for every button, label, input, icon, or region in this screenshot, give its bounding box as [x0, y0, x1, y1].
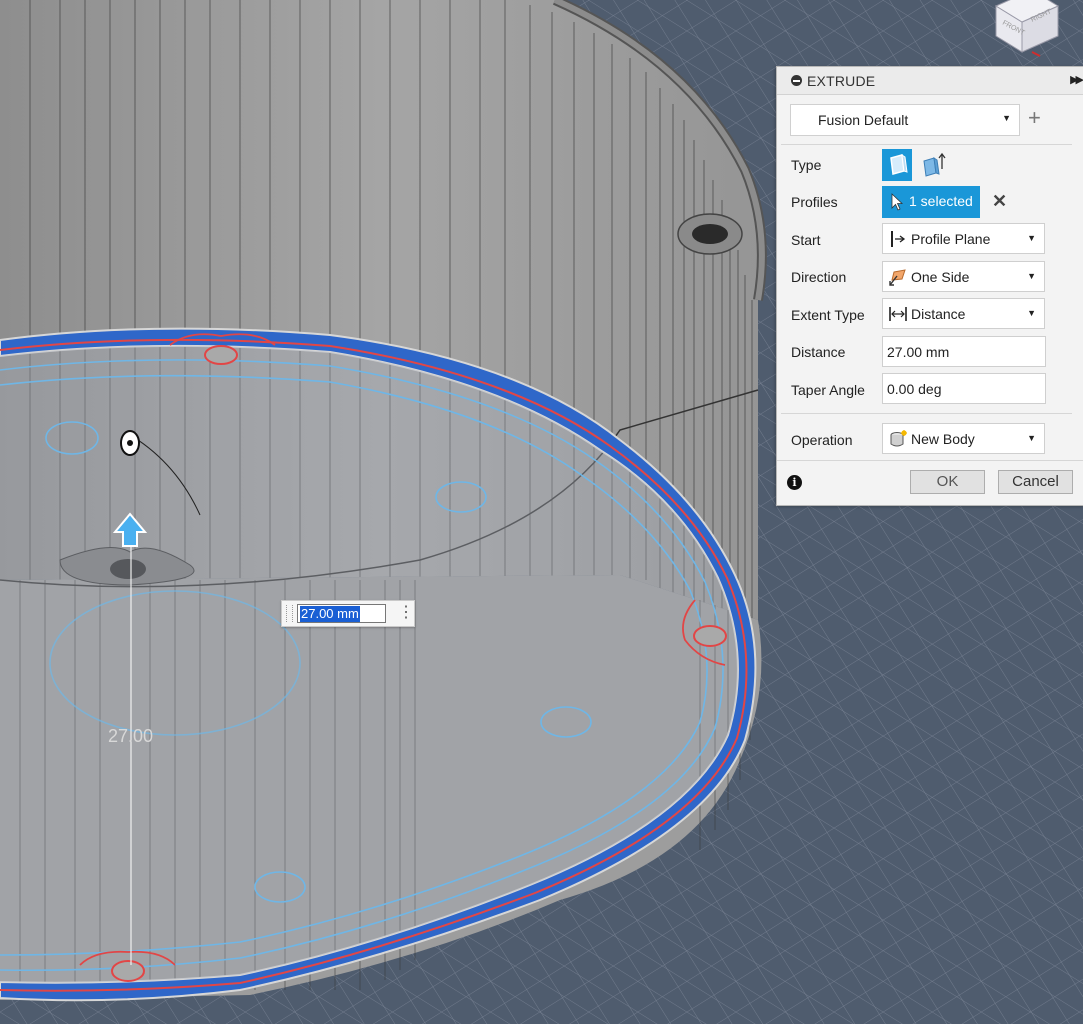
distance-manipulator-input[interactable]: 27.00 mm ⋮	[281, 600, 415, 627]
distance-label: Distance	[791, 344, 846, 360]
extrude-thin-icon	[923, 152, 946, 177]
type-thin-button[interactable]	[918, 149, 948, 181]
ok-button[interactable]: OK	[910, 470, 985, 494]
preset-value: Fusion Default	[818, 112, 909, 128]
distance-icon	[889, 307, 907, 321]
start-label: Start	[791, 232, 821, 248]
add-preset-icon[interactable]: +	[1028, 107, 1041, 129]
viewcube[interactable]: FRONT RIGHT	[992, 0, 1062, 58]
profiles-label: Profiles	[791, 194, 838, 210]
divider	[781, 144, 1072, 145]
expand-icon[interactable]: ▶▶	[1070, 73, 1083, 86]
dialog-header[interactable]: EXTRUDE ▶▶	[777, 67, 1083, 95]
cancel-button[interactable]: Cancel	[998, 470, 1073, 494]
chevron-down-icon: ▼	[1002, 113, 1011, 123]
extrude-solid-icon	[890, 153, 908, 175]
taper-angle-input[interactable]: 0.00 deg	[882, 373, 1046, 404]
chevron-down-icon: ▼	[1027, 271, 1036, 281]
type-solid-button[interactable]	[882, 149, 912, 181]
one-side-icon	[889, 269, 906, 286]
distance-manipulator-field[interactable]: 27.00 mm	[297, 604, 386, 623]
operation-value: New Body	[911, 431, 975, 447]
direction-dropdown[interactable]: One Side ▼	[882, 261, 1045, 292]
profile-plane-icon	[891, 231, 906, 247]
more-options-icon[interactable]: ⋮	[398, 604, 414, 622]
dialog-title: EXTRUDE	[807, 73, 876, 89]
extent-type-label: Extent Type	[791, 307, 865, 323]
extent-type-dropdown[interactable]: Distance ▼	[882, 298, 1045, 329]
extrude-dialog: EXTRUDE ▶▶ Fusion Default ▼ + Type Profi…	[776, 66, 1083, 506]
divider	[781, 413, 1072, 414]
start-value: Profile Plane	[911, 231, 991, 247]
new-body-icon	[890, 430, 907, 447]
preset-dropdown[interactable]: Fusion Default ▼	[790, 104, 1020, 136]
profiles-selector[interactable]: 1 selected	[882, 186, 980, 218]
chevron-down-icon: ▼	[1027, 433, 1036, 443]
taper-angle-label: Taper Angle	[791, 382, 865, 398]
chevron-down-icon: ▼	[1027, 308, 1036, 318]
extent-type-value: Distance	[911, 306, 966, 322]
start-dropdown[interactable]: Profile Plane ▼	[882, 223, 1045, 254]
divider	[777, 460, 1083, 461]
distance-input[interactable]: 27.00 mm	[882, 336, 1046, 367]
distance-manipulator-value: 27.00 mm	[300, 606, 360, 622]
operation-dropdown[interactable]: New Body ▼	[882, 423, 1045, 454]
direction-label: Direction	[791, 269, 847, 285]
drag-handle-icon[interactable]	[286, 605, 293, 622]
operation-label: Operation	[791, 432, 853, 448]
dimension-label: 27.00	[108, 726, 154, 746]
collapse-icon[interactable]	[791, 75, 802, 86]
profiles-count: 1 selected	[909, 193, 973, 209]
cursor-arrow-icon	[891, 193, 904, 211]
chevron-down-icon: ▼	[1027, 233, 1036, 243]
type-label: Type	[791, 157, 822, 173]
info-icon[interactable]: i	[787, 475, 802, 490]
clear-selection-icon[interactable]: ✕	[992, 191, 1007, 212]
direction-value: One Side	[911, 269, 970, 285]
